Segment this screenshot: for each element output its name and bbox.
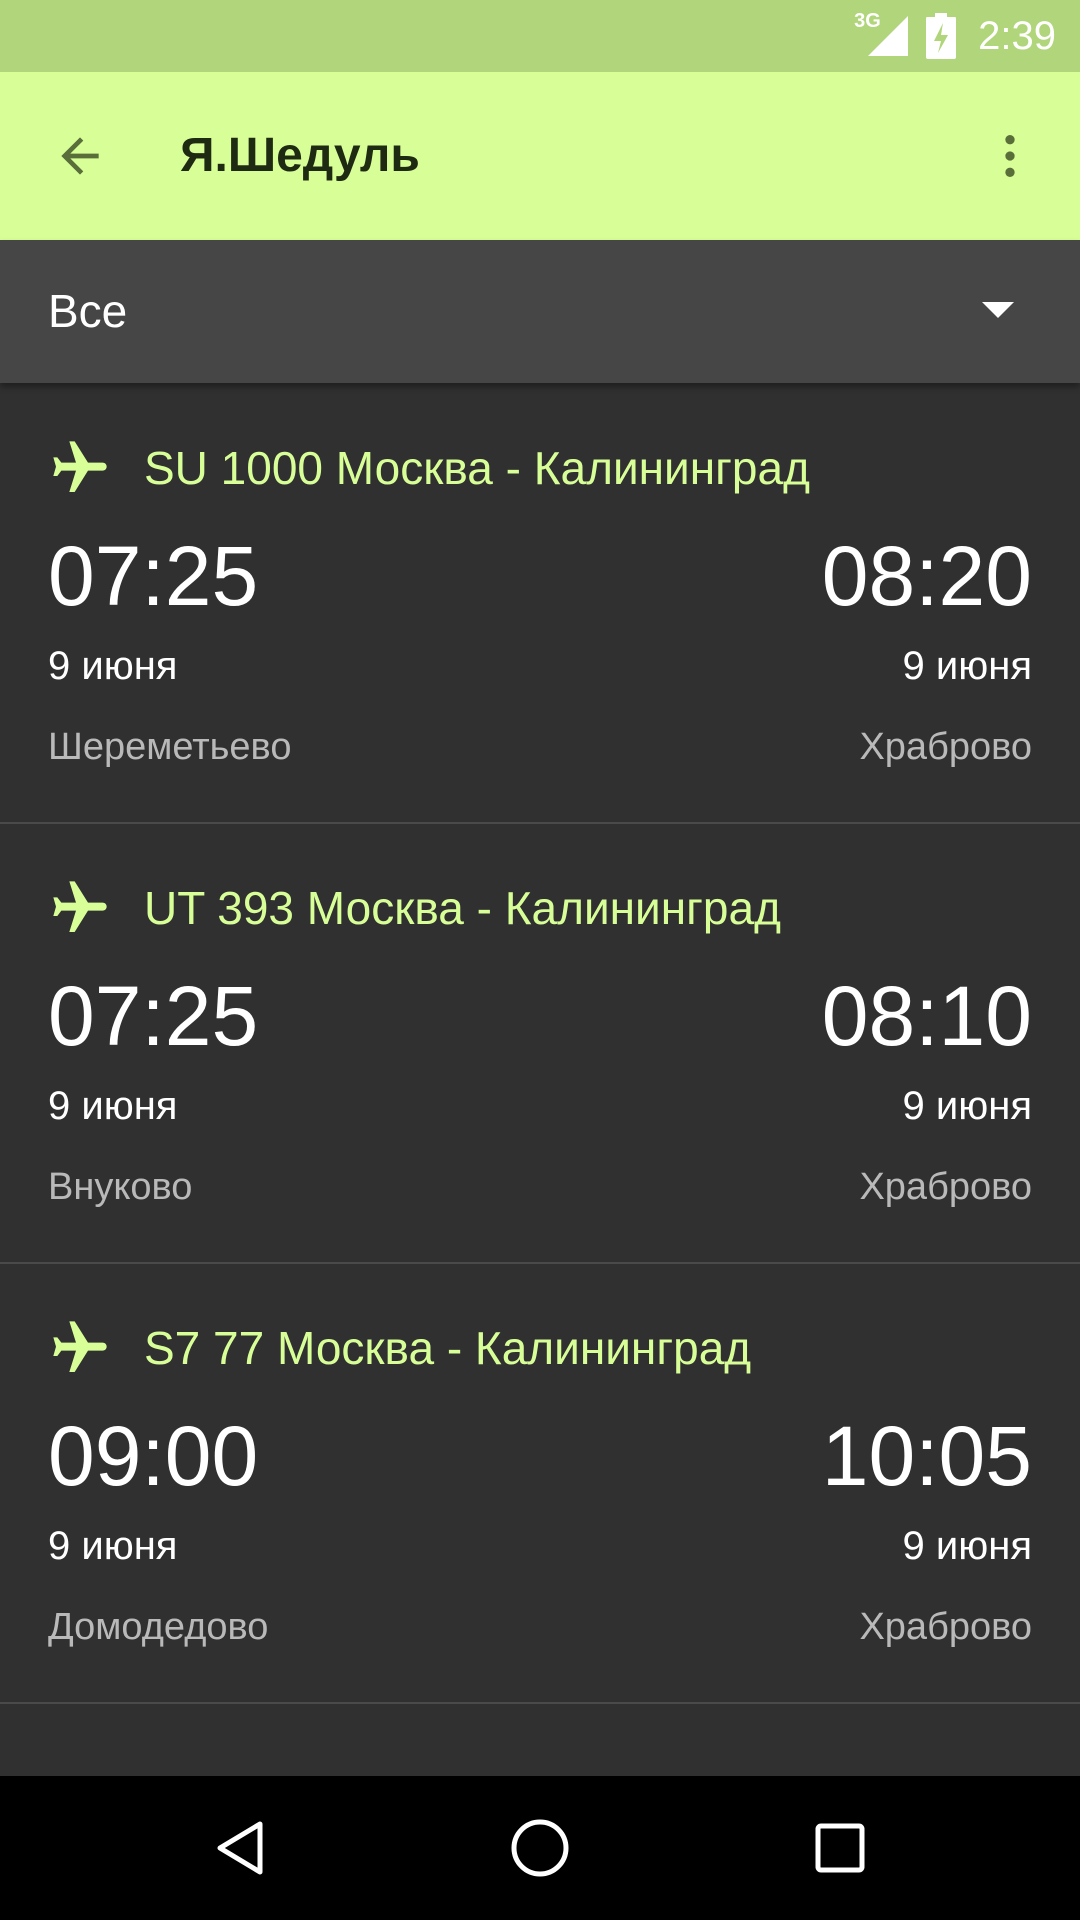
flight-title: SU 1000 Москва - Калининград (144, 442, 810, 494)
flight-header: UT 393 Москва - Калининград (48, 868, 781, 948)
flight-list[interactable]: SU 1000 Москва - Калининград 07:25 08:20… (0, 384, 1080, 1776)
status-icons: 3G 2:39 (854, 0, 1056, 72)
filter-selected-value: Все (48, 285, 128, 337)
arrival-airport: Храброво (859, 1606, 1032, 1648)
status-bar: 3G 2:39 (0, 0, 1080, 72)
arrival-date: 9 июня (902, 644, 1032, 688)
network-type: 3G (854, 10, 881, 32)
arrival-time: 10:05 (821, 1409, 1032, 1503)
status-time: 2:39 (978, 13, 1056, 58)
nav-home-icon (511, 1819, 569, 1877)
departure-date: 9 июня (48, 1524, 178, 1568)
flight-header: SU 1000 Москва - Калининград (48, 428, 810, 508)
flight-title: UT 393 Москва - Калининград (144, 882, 781, 934)
navigation-bar (0, 1776, 1080, 1920)
signal-icon: 3G (854, 10, 912, 58)
more-options-button[interactable] (970, 116, 1050, 196)
flight-title: S7 77 Москва - Калининград (144, 1322, 752, 1374)
arrival-date: 9 июня (902, 1524, 1032, 1568)
back-arrow-icon (61, 137, 99, 175)
airplane-icon (53, 441, 107, 492)
arrival-date: 9 июня (902, 1084, 1032, 1128)
flight-card[interactable]: S7 77 Москва - Калининград 09:00 10:05 9… (0, 1264, 1080, 1704)
nav-back-icon (217, 1821, 263, 1875)
flight-card[interactable]: UT 393 Москва - Калининград 07:25 08:10 … (0, 824, 1080, 1264)
airplane-icon (53, 1321, 107, 1372)
more-vert-icon (1005, 135, 1015, 177)
departure-airport: Внуково (48, 1166, 193, 1208)
departure-date: 9 июня (48, 644, 178, 688)
nav-recents-icon (815, 1823, 865, 1873)
battery-charging-icon (926, 13, 957, 59)
nav-home-button[interactable] (500, 1808, 580, 1888)
departure-date: 9 июня (48, 1084, 178, 1128)
flight-header: S7 77 Москва - Калининград (48, 1308, 751, 1388)
departure-time: 07:25 (48, 969, 259, 1063)
arrival-time: 08:10 (821, 969, 1032, 1063)
app-bar: Я.Шедуль (0, 72, 1080, 240)
departure-time: 09:00 (48, 1409, 259, 1503)
arrival-airport: Храброво (859, 726, 1032, 768)
nav-recents-button[interactable] (800, 1808, 880, 1888)
arrival-airport: Храброво (859, 1166, 1032, 1208)
back-button[interactable] (40, 116, 120, 196)
app-title: Я.Шедуль (180, 129, 420, 182)
flight-card[interactable]: SU 1000 Москва - Калининград 07:25 08:20… (0, 384, 1080, 824)
departure-airport: Домодедово (48, 1606, 269, 1648)
departure-time: 07:25 (48, 529, 259, 623)
arrival-time: 08:20 (821, 529, 1032, 623)
filter-dropdown[interactable]: Все (0, 240, 1080, 383)
dropdown-arrow-icon (982, 302, 1014, 318)
airplane-icon (53, 881, 107, 932)
nav-back-button[interactable] (200, 1808, 280, 1888)
departure-airport: Шереметьево (48, 726, 292, 768)
